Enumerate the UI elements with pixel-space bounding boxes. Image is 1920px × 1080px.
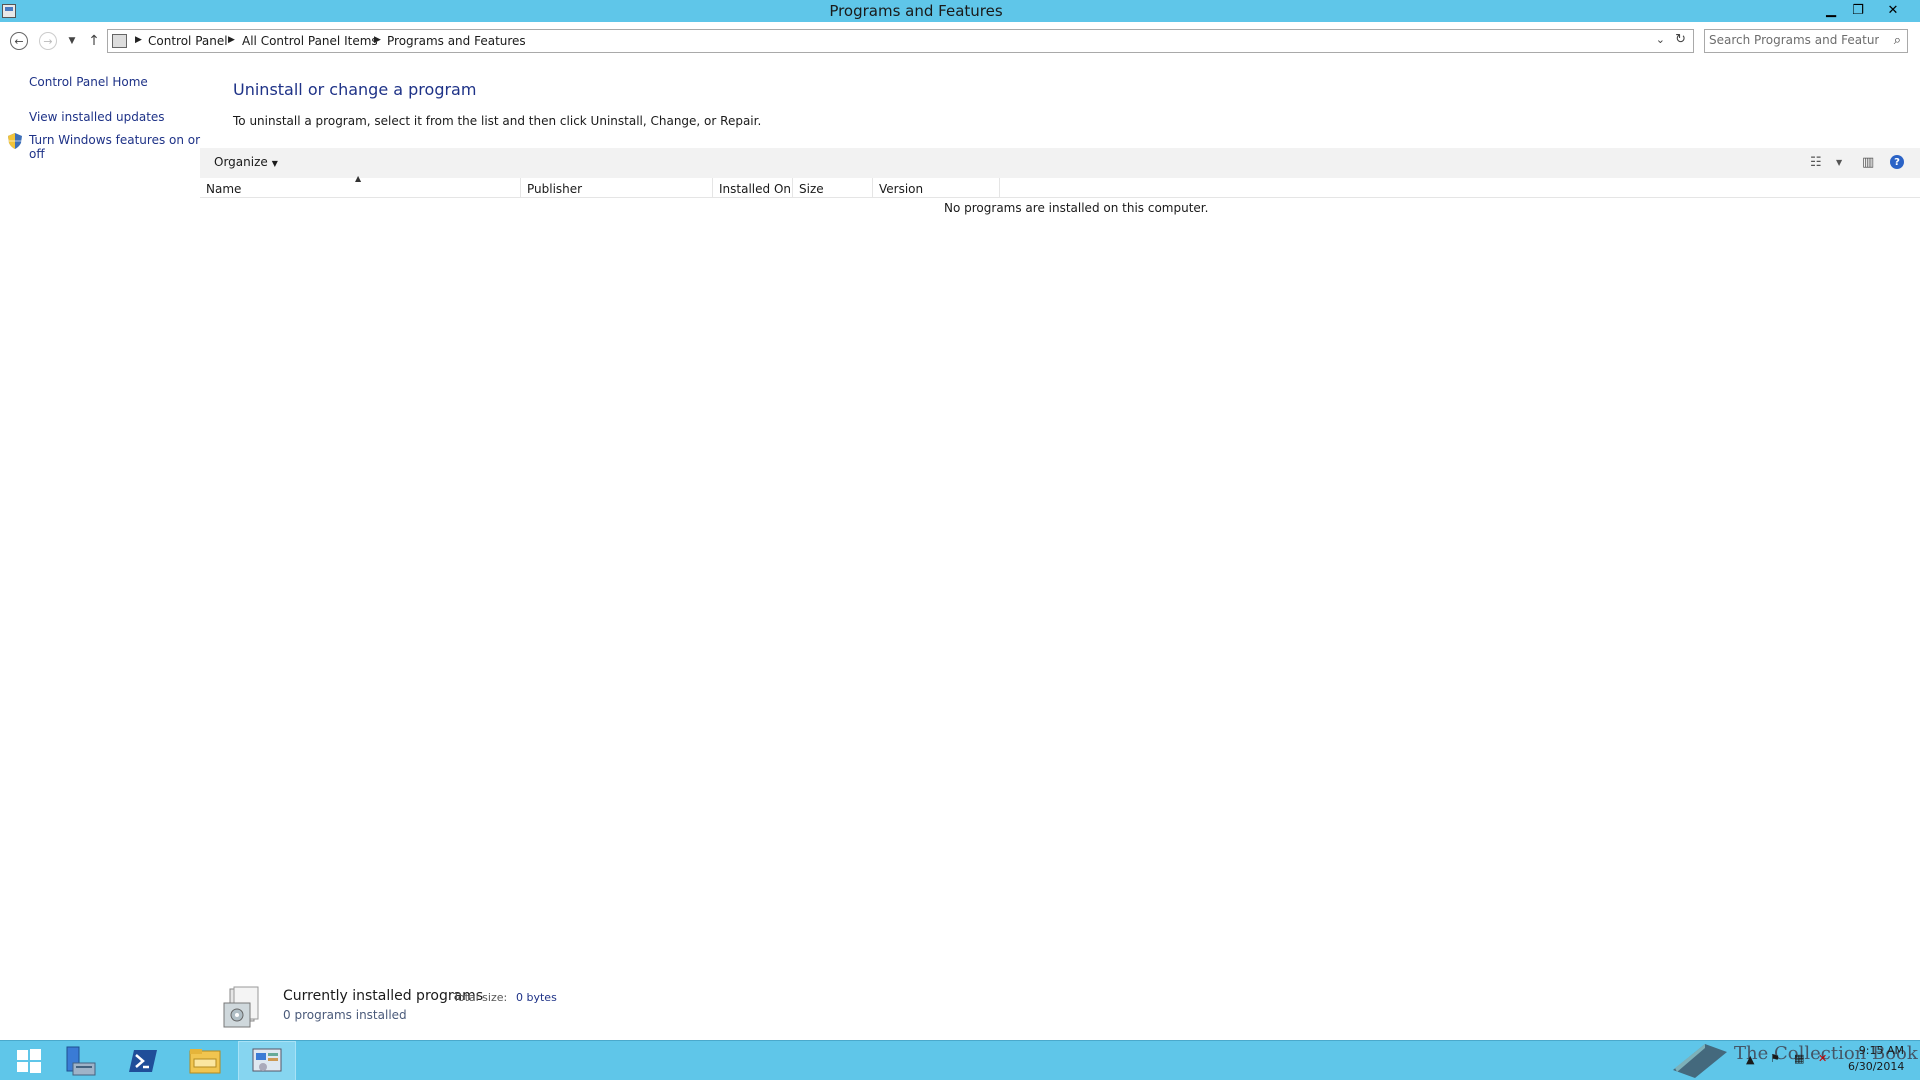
column-header-version[interactable]: Version — [873, 178, 1000, 198]
control-panel-icon — [112, 34, 127, 48]
command-bar: Organize ▼ ☷ ▼ ▥ ? — [200, 148, 1920, 178]
address-bar[interactable]: ▶ Control Panel ▶ All Control Panel Item… — [107, 29, 1694, 53]
show-hidden-icons-icon[interactable]: ▲ — [1746, 1053, 1754, 1066]
window-title: Programs and Features — [829, 2, 1003, 20]
turn-windows-features-label-2: off — [29, 147, 45, 161]
system-clock[interactable]: 9:15 AM 6/30/2014 — [1848, 1043, 1904, 1075]
forward-icon[interactable]: → — [39, 32, 57, 50]
close-button[interactable]: ✕ — [1880, 0, 1906, 20]
server-manager-icon — [66, 1046, 96, 1076]
powershell-taskbar-button[interactable] — [114, 1041, 172, 1080]
start-button[interactable] — [0, 1041, 58, 1080]
taskbar — [0, 1040, 1920, 1080]
column-header-publisher[interactable]: Publisher — [521, 178, 713, 198]
preview-pane-icon[interactable]: ▥ — [1862, 155, 1874, 170]
breadcrumb-control-panel[interactable]: Control Panel — [148, 34, 228, 48]
network-icon[interactable]: ▦ — [1794, 1052, 1804, 1065]
control-panel-home-link[interactable]: Control Panel Home — [29, 75, 148, 89]
help-icon[interactable]: ? — [1890, 155, 1904, 169]
address-dropdown-chevron-down-icon[interactable]: ⌄ — [1656, 33, 1665, 46]
search-box[interactable]: ⌕ — [1704, 29, 1908, 53]
details-pane: Currently installed programs Total size:… — [218, 985, 818, 1035]
installed-programs-icon — [223, 986, 259, 1028]
powershell-icon — [129, 1050, 157, 1072]
turn-windows-features-link[interactable]: Turn Windows features on or off — [29, 133, 200, 161]
total-size-label: Total size: — [453, 991, 508, 1004]
restore-button[interactable]: ❐ — [1845, 0, 1871, 20]
view-options-icon[interactable]: ☷ — [1810, 155, 1822, 170]
back-icon[interactable]: ← — [10, 32, 28, 50]
navigation-bar: ← → ▼ ↑ ▶ Control Panel ▶ All Control Pa… — [0, 28, 1920, 54]
sort-ascending-icon: ▲ — [355, 174, 362, 183]
file-explorer-icon — [189, 1049, 221, 1074]
search-icon[interactable]: ⌕ — [1894, 33, 1901, 48]
control-panel-taskbar-icon — [252, 1048, 282, 1072]
breadcrumb-arrow-icon[interactable]: ▶ — [374, 35, 381, 45]
action-center-flag-icon[interactable]: ⚑ — [1770, 1052, 1780, 1065]
total-size-value: 0 bytes — [516, 991, 557, 1004]
column-header-name[interactable]: ▲ Name — [200, 174, 521, 198]
breadcrumb-arrow-icon[interactable]: ▶ — [135, 35, 142, 45]
server-manager-taskbar-button[interactable] — [52, 1041, 110, 1080]
volume-muted-icon[interactable]: ✕ — [1818, 1052, 1827, 1065]
view-options-chevron-down-icon[interactable]: ▼ — [1836, 158, 1842, 167]
minimize-button[interactable]: ▁ — [1818, 0, 1844, 20]
column-header-size[interactable]: Size — [793, 178, 873, 198]
clock-time: 9:15 AM — [1858, 1044, 1904, 1057]
title-bar: Programs and Features ▁ ❐ ✕ — [0, 0, 1920, 22]
view-installed-updates-link[interactable]: View installed updates — [29, 110, 165, 124]
page-description: To uninstall a program, select it from t… — [233, 114, 762, 128]
clock-date: 6/30/2014 — [1848, 1060, 1905, 1073]
breadcrumb-all-control-panel-items[interactable]: All Control Panel Items — [242, 34, 378, 48]
shield-icon — [8, 133, 22, 149]
search-input[interactable] — [1709, 33, 1879, 47]
turn-windows-features-label: Turn Windows features on or — [29, 133, 201, 147]
programs-count: 0 programs installed — [283, 1008, 407, 1022]
file-explorer-taskbar-button[interactable] — [176, 1041, 234, 1080]
column-header-installed-on[interactable]: Installed On — [713, 178, 793, 198]
recent-locations-chevron-down-icon[interactable]: ▼ — [62, 31, 82, 51]
start-icon — [17, 1049, 41, 1073]
control-panel-taskbar-button[interactable] — [238, 1041, 296, 1080]
organize-label: Organize — [214, 155, 268, 169]
organize-button[interactable]: Organize ▼ — [214, 155, 278, 169]
page-title: Uninstall or change a program — [233, 80, 477, 99]
breadcrumb-arrow-icon[interactable]: ▶ — [228, 35, 235, 45]
empty-list-message: No programs are installed on this comput… — [944, 201, 1209, 215]
refresh-icon[interactable]: ↻ — [1675, 32, 1686, 47]
chevron-down-icon: ▼ — [271, 159, 278, 168]
column-headers: ▲ Name Publisher Installed On Size Versi… — [200, 174, 1920, 198]
column-header-name-label: Name — [206, 182, 242, 196]
breadcrumb-programs-and-features[interactable]: Programs and Features — [387, 34, 526, 48]
up-arrow-icon[interactable]: ↑ — [84, 31, 104, 51]
